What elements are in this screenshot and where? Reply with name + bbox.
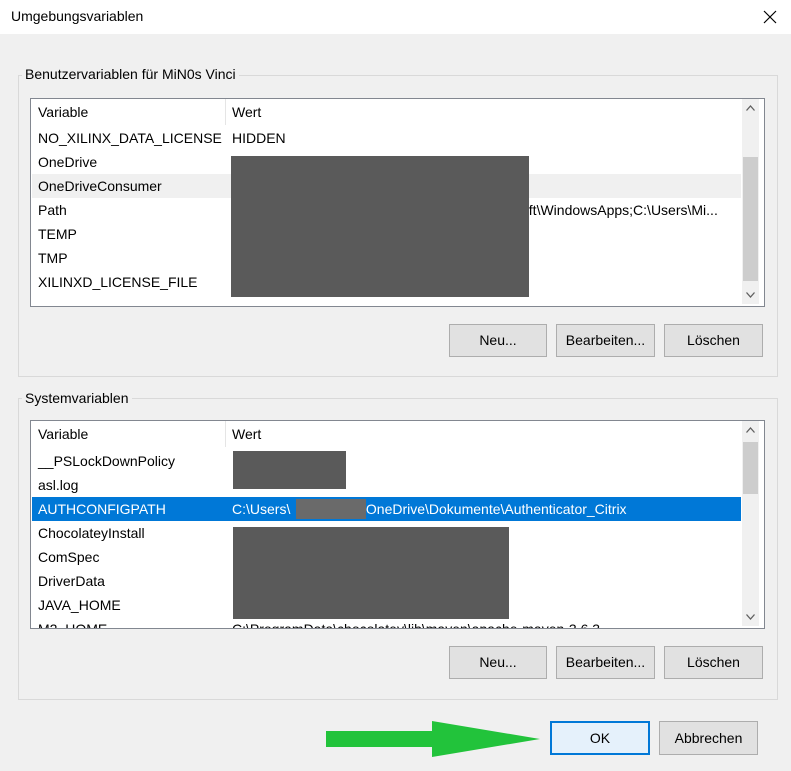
- column-header-value[interactable]: Wert: [226, 421, 726, 447]
- redaction-block: [231, 156, 529, 297]
- variable-name: TEMP: [38, 226, 77, 242]
- variable-name: JAVA_HOME: [38, 597, 121, 613]
- list-header: Variable Wert: [31, 99, 764, 125]
- redaction-block: [296, 499, 366, 519]
- window-title: Umgebungsvariablen: [11, 8, 144, 24]
- green-arrow-annotation: [326, 721, 540, 757]
- cancel-button[interactable]: Abbrechen: [659, 721, 758, 755]
- user-variables-list[interactable]: Variable Wert NO_XILINX_DATA_LICENSE HID…: [30, 98, 765, 307]
- variable-value-suffix: \OneDrive\Dokumente\Authenticator_Citrix: [362, 501, 627, 517]
- variable-name: __PSLockDownPolicy: [38, 453, 175, 469]
- user-variables-label: Benutzervariablen für MiN0s Vinci: [22, 66, 239, 82]
- list-header: Variable Wert: [31, 421, 764, 447]
- variable-name: TMP: [38, 250, 68, 266]
- user-delete-button[interactable]: Löschen: [664, 324, 763, 357]
- variable-name: XILINXD_LICENSE_FILE: [38, 274, 198, 290]
- system-new-button[interactable]: Neu...: [449, 646, 547, 679]
- variable-name: OneDrive: [38, 154, 98, 170]
- vertical-scrollbar[interactable]: [742, 99, 759, 304]
- list-item[interactable]: __PSLockDownPolicy: [32, 449, 745, 473]
- variable-name: DriverData: [38, 573, 105, 589]
- close-icon[interactable]: [755, 2, 785, 32]
- variable-name: ComSpec: [38, 549, 100, 565]
- scroll-down-icon[interactable]: [742, 286, 759, 303]
- scroll-up-icon[interactable]: [742, 99, 759, 116]
- column-header-value[interactable]: Wert: [226, 99, 726, 125]
- system-delete-button[interactable]: Löschen: [664, 646, 763, 679]
- scroll-thumb[interactable]: [743, 157, 758, 281]
- scroll-up-icon[interactable]: [742, 421, 759, 438]
- column-header-variable[interactable]: Variable: [32, 99, 225, 125]
- redaction-block: [233, 527, 509, 619]
- vertical-scrollbar[interactable]: [742, 421, 759, 626]
- ok-button[interactable]: OK: [550, 721, 650, 755]
- system-variables-label: Systemvariablen: [22, 390, 132, 406]
- user-edit-button[interactable]: Bearbeiten...: [556, 324, 655, 357]
- variable-name: Path: [38, 202, 67, 218]
- system-edit-button[interactable]: Bearbeiten...: [556, 646, 655, 679]
- selected-list-item[interactable]: AUTHCONFIGPATH C:\Users\ \OneDrive\Dokum…: [32, 497, 741, 521]
- list-item[interactable]: NO_XILINX_DATA_LICENSE HIDDEN: [32, 126, 745, 150]
- variable-name: AUTHCONFIGPATH: [38, 501, 166, 517]
- variable-name: asl.log: [38, 477, 79, 493]
- variable-value: HIDDEN: [232, 130, 286, 146]
- scroll-down-icon[interactable]: [742, 608, 759, 625]
- variable-name: OneDriveConsumer: [38, 178, 162, 194]
- system-variables-list[interactable]: Variable Wert __PSLockDownPolicy asl.log…: [30, 420, 765, 629]
- variable-name: ChocolateyInstall: [38, 525, 145, 541]
- variable-value-prefix: C:\Users\: [232, 501, 291, 517]
- column-header-variable[interactable]: Variable: [32, 421, 225, 447]
- variable-name: NO_XILINX_DATA_LICENSE: [38, 130, 222, 146]
- title-bar: Umgebungsvariablen: [0, 0, 791, 34]
- user-new-button[interactable]: Neu...: [449, 324, 547, 357]
- scroll-thumb[interactable]: [743, 442, 758, 494]
- redaction-block: [233, 451, 346, 489]
- variable-value: oft\WindowsApps;C:\Users\Mi...: [521, 202, 718, 218]
- list-item[interactable]: asl.log: [32, 473, 745, 497]
- variable-name: M2_HOME: [38, 621, 108, 629]
